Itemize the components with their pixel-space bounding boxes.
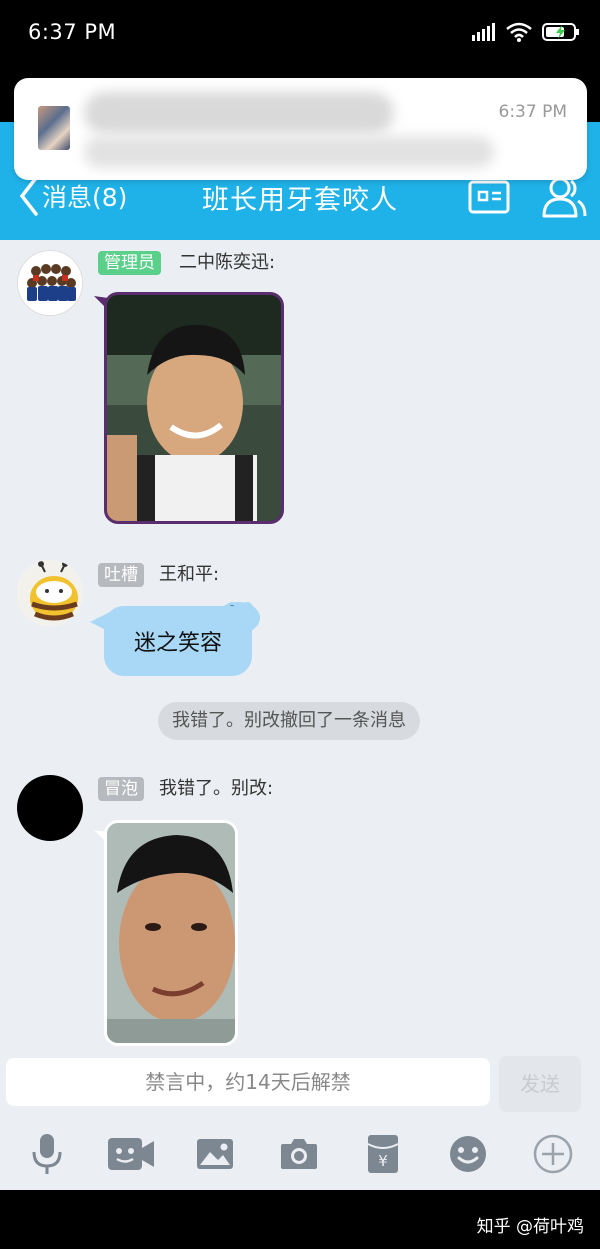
avatar[interactable]	[17, 775, 83, 841]
avatar[interactable]	[17, 560, 83, 626]
avatar[interactable]	[17, 250, 83, 316]
add-icon[interactable]	[533, 1134, 573, 1174]
recall-notice: 我错了。别改撤回了一条消息	[158, 702, 420, 740]
member-tag-maopao: 冒泡	[98, 777, 144, 801]
wifi-icon	[506, 22, 532, 42]
image-icon[interactable]	[196, 1138, 234, 1170]
text-message-bubble[interactable]: 迷之笑容	[104, 606, 252, 676]
notification-blurred-title	[84, 92, 394, 134]
input-area: 禁言中，约14天后解禁 发送 ¥	[0, 1050, 600, 1190]
photo-boy-closeup	[107, 823, 235, 1043]
group-members-icon[interactable]	[540, 174, 588, 220]
bee-cartoon-icon	[17, 560, 83, 626]
notification-thumbnail	[38, 106, 70, 150]
image-message[interactable]	[104, 820, 238, 1046]
emoji-icon[interactable]	[448, 1134, 488, 1174]
image-message[interactable]	[104, 292, 284, 524]
svg-text:¥: ¥	[378, 1152, 388, 1170]
mic-icon[interactable]	[30, 1132, 64, 1176]
watermark: 知乎 @荷叶鸡	[476, 1217, 584, 1237]
group-photo-icon	[18, 251, 82, 315]
camera-icon[interactable]	[280, 1136, 318, 1170]
red-packet-icon[interactable]: ¥	[367, 1134, 399, 1174]
chat-title: 班长用牙套咬人	[202, 185, 398, 216]
message-input[interactable]: 禁言中，约14天后解禁	[6, 1058, 490, 1106]
notification-blurred-text	[84, 136, 494, 168]
profile-card-icon[interactable]	[468, 180, 510, 214]
member-tag-tucao: 吐槽	[98, 563, 144, 587]
notification-banner[interactable]: 6:37 PM	[14, 78, 587, 180]
status-time: 6:37 PM	[28, 20, 117, 44]
sender-name: 我错了。别改:	[159, 778, 274, 799]
photo-boy-smiling	[107, 295, 281, 521]
sender-name: 二中陈奕迅:	[179, 252, 276, 273]
member-tag-admin: 管理员	[98, 251, 161, 275]
battery-charging-icon	[542, 23, 579, 41]
sender-name: 王和平:	[159, 564, 220, 585]
chat-messages[interactable]: 管理员 二中陈奕迅: 吐槽 王和平: 迷之笑容 我错了。别改撤回了一条消息 冒泡…	[0, 240, 600, 1050]
send-button[interactable]: 发送	[499, 1056, 581, 1112]
status-icons	[472, 22, 580, 42]
status-bar: 6:37 PM	[0, 0, 600, 70]
notification-time: 6:37 PM	[498, 102, 568, 122]
video-icon[interactable]	[107, 1136, 155, 1172]
signal-icon	[472, 23, 495, 41]
